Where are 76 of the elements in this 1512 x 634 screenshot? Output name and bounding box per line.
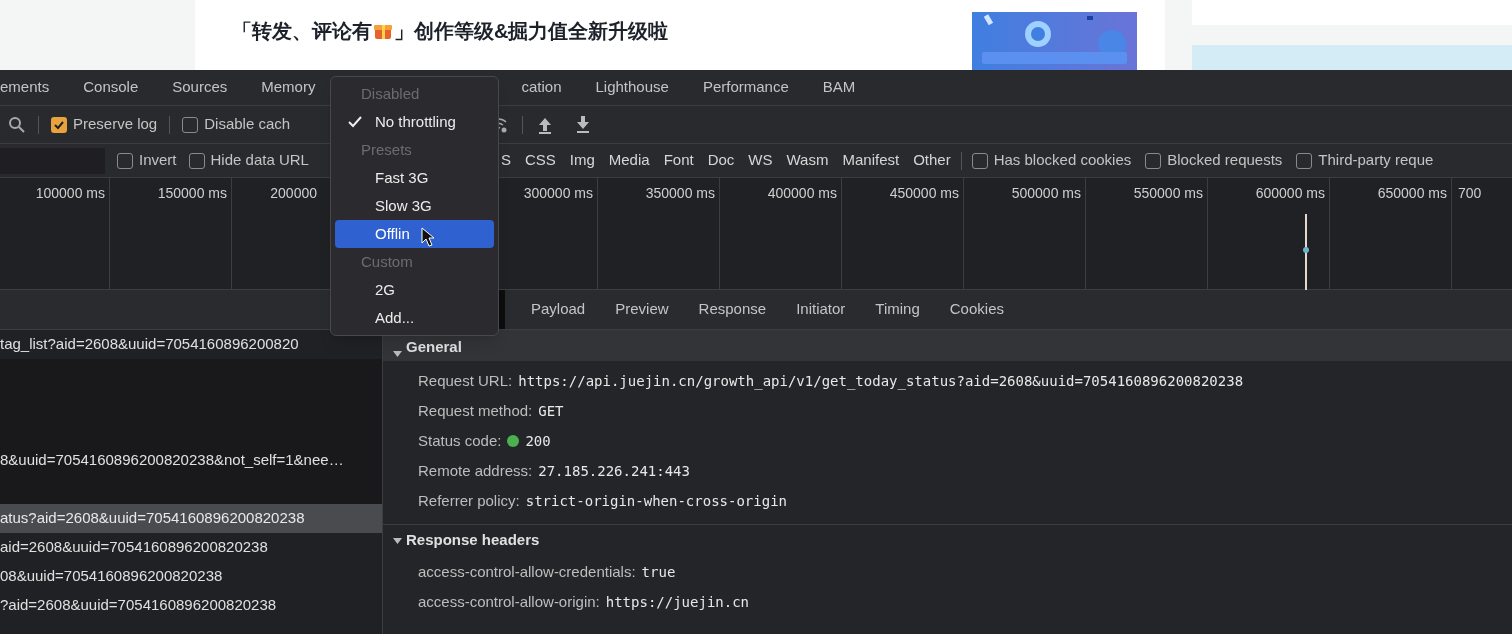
field-value: GET [538, 401, 564, 421]
checkbox-label: Preserve log [73, 114, 158, 135]
type-filter[interactable]: Img [569, 149, 595, 172]
request-row[interactable]: 08&uuid=7054160896200820238 [0, 562, 382, 591]
detail-tab[interactable]: Initiator [792, 290, 850, 329]
request-row[interactable]: tag_list?aid=2608&uuid=7054160896200820 [0, 330, 382, 359]
field-label: Request URL: [418, 370, 513, 391]
timeline-tick-label: 100000 ms [35, 184, 105, 202]
panel-tab[interactable]: Memory [257, 70, 320, 105]
type-filter[interactable]: CSS [524, 149, 556, 172]
panel-tab[interactable]: ements [0, 70, 54, 105]
field-value: true [641, 562, 676, 582]
timeline-tick-label: 400000 ms [767, 184, 837, 202]
type-filter[interactable]: WS [748, 149, 773, 172]
article-title[interactable]: 」创作等级&掘力值全新升级啦 [394, 16, 669, 46]
panel-tab[interactable]: Console [79, 70, 143, 105]
timeline-tick-label: 350000 ms [645, 184, 715, 202]
timeline-tick-label: 700 [1458, 184, 1482, 202]
type-filter[interactable]: Wasm [786, 149, 829, 172]
checkbox-label: Hide data URL [210, 150, 309, 171]
panel-tab[interactable]: Performance [698, 70, 793, 105]
field-value: 200 [525, 431, 551, 451]
menu-item[interactable]: No throttling [335, 108, 494, 136]
detail-tab[interactable]: Payload [527, 290, 590, 329]
menu-item[interactable]: Offlin [335, 220, 494, 248]
timeline-tick-label: 650000 ms [1377, 184, 1447, 202]
timeline-tick-label: 300000 ms [523, 184, 593, 202]
request-row[interactable]: ?aid=2608&uuid=7054160896200820238 [0, 591, 382, 620]
detail-tab[interactable]: Preview [611, 290, 673, 329]
menu-group-label: Disabled [361, 83, 420, 104]
timeline-tick-label: 450000 ms [889, 184, 959, 202]
menu-item[interactable]: Slow 3G [335, 192, 494, 220]
request-row[interactable]: 8&uuid=7054160896200820238&not_self=1&nee… [0, 446, 382, 475]
type-filter[interactable]: Manifest [842, 149, 900, 172]
field-label: Request method: [418, 400, 533, 421]
menu-item[interactable]: 2G [335, 276, 494, 304]
field-label: access-control-allow-credentials: [418, 561, 636, 582]
detail-tab[interactable]: Timing [871, 290, 924, 329]
detail-tab[interactable]: Response [694, 290, 771, 329]
field-label: Remote address: [418, 460, 533, 481]
type-filter[interactable]: S [500, 149, 511, 172]
checkbox-label: Third-party reque [1318, 150, 1434, 171]
section-header[interactable]: General [383, 330, 1512, 361]
type-filter[interactable]: Font [663, 149, 694, 172]
panel-tab[interactable]: Lighthouse [591, 70, 673, 105]
field-value: https://api.juejin.cn/growth_api/v1/get_today_status?aid=2608&uuid=7054160896200820238 [518, 371, 1244, 392]
checkbox-label: Has blocked cookies [993, 150, 1132, 171]
field-value: 27.185.226.241:443 [538, 461, 690, 481]
timeline-tick-label: 600000 ms [1255, 184, 1325, 202]
type-filter[interactable]: Other [913, 149, 951, 172]
section-header[interactable]: Response headers [383, 525, 1512, 555]
checkbox-label: Blocked requests [1167, 150, 1283, 171]
request-row[interactable]: aid=2608&uuid=7054160896200820238 [0, 533, 382, 562]
menu-group-label: Custom [361, 251, 413, 272]
panel-tab[interactable]: BAM [818, 70, 860, 105]
checkbox-label: Disable cach [204, 114, 291, 135]
timeline-tick-label: 200000 [270, 184, 317, 202]
field-value: https://juejin.cn [605, 592, 750, 612]
detail-tab[interactable]: Cookies [945, 290, 1008, 329]
checkbox-label: Invert [139, 150, 177, 171]
menu-item[interactable]: Fast 3G [335, 164, 494, 192]
field-label: access-control-allow-origin: [418, 591, 600, 612]
menu-group-label: Presets [361, 139, 412, 160]
type-filter[interactable]: Media [608, 149, 650, 172]
request-row[interactable]: atus?aid=2608&uuid=7054160896200820238 [0, 504, 382, 533]
panel-tab[interactable]: cation [517, 70, 566, 105]
timeline-tick-label: 150000 ms [157, 184, 227, 202]
type-filter[interactable]: Doc [707, 149, 735, 172]
field-value: strict-origin-when-cross-origin [525, 491, 787, 511]
panel-tab[interactable]: Sources [168, 70, 232, 105]
field-label: Status code: [418, 430, 502, 451]
menu-item[interactable]: Add... [335, 304, 494, 332]
timeline-tick-label: 500000 ms [1011, 184, 1081, 202]
article-title[interactable]: 「转发、评论有 [232, 16, 372, 46]
field-label: Referrer policy: [418, 490, 520, 511]
timeline-tick-label: 550000 ms [1133, 184, 1203, 202]
